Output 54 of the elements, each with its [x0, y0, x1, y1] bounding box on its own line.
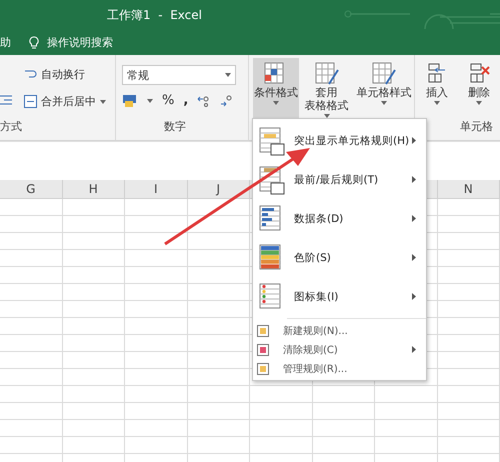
- menu-row[interactable]: 清除规则(C): [253, 340, 426, 359]
- merge-center-button[interactable]: 合并后居中: [41, 94, 96, 109]
- rules-icon: [259, 126, 285, 156]
- menu-row[interactable]: 数据条(D): [253, 199, 426, 238]
- menu-row[interactable]: 色阶(S): [253, 238, 426, 277]
- style-button[interactable]: 单元格样式: [354, 58, 414, 118]
- submenu-arrow-icon: [412, 346, 416, 353]
- rule-icon: [257, 344, 269, 356]
- menu-row[interactable]: 最前/最后规则(T): [253, 160, 426, 199]
- submenu-arrow-icon: [412, 293, 416, 300]
- style-button[interactable]: 套用 表格格式: [300, 58, 352, 118]
- table-style-icon: [314, 62, 339, 86]
- currency-icon: [122, 94, 138, 108]
- column-header[interactable]: I: [125, 180, 188, 198]
- column-header[interactable]: N: [438, 180, 500, 198]
- window-title: 工作簿1 - Excel: [106, 6, 202, 24]
- comma-button[interactable]: ,: [183, 93, 188, 108]
- column-header[interactable]: H: [62, 180, 125, 198]
- column-header[interactable]: J: [188, 180, 250, 198]
- menu-tab[interactable]: 助: [0, 35, 11, 50]
- search-field[interactable]: 操作说明搜索: [47, 35, 113, 50]
- submenu-arrow-icon: [412, 254, 416, 261]
- submenu-arrow-icon: [412, 215, 416, 222]
- menu-row[interactable]: 管理规则(R)...: [253, 359, 426, 378]
- rules-icon: [259, 164, 285, 194]
- merge-cells-icon: [24, 95, 37, 108]
- caret-icon: [272, 101, 279, 105]
- indent-icon: [0, 94, 12, 106]
- caret-icon: [476, 101, 482, 105]
- submenu-arrow-icon: [412, 137, 416, 144]
- table-style-icon: [372, 62, 396, 86]
- decimal-icon: [197, 94, 212, 106]
- group-label: 单元格: [460, 119, 493, 134]
- percent-button[interactable]: %: [162, 93, 174, 108]
- style-button[interactable]: 条件格式: [253, 58, 299, 118]
- lightbulb-icon: [29, 36, 39, 50]
- menu-row[interactable]: 新建规则(N)...: [253, 321, 426, 340]
- menu-row[interactable]: 图标集(I): [253, 277, 426, 316]
- number-format-dropdown[interactable]: 常规: [122, 65, 236, 85]
- cells-button[interactable]: 插入: [418, 58, 456, 118]
- group-label: 方式: [0, 119, 22, 134]
- caret-icon: [225, 73, 231, 77]
- caret-icon: [381, 101, 388, 105]
- wrap-text-button[interactable]: 自动换行: [41, 67, 85, 82]
- caret-icon: [147, 98, 153, 102]
- rule-icon: [257, 362, 269, 374]
- cells-button[interactable]: 删除: [460, 58, 498, 118]
- submenu-arrow-icon: [412, 176, 416, 183]
- group-label: 数字: [164, 119, 186, 134]
- decimal-icon: [220, 94, 234, 106]
- caret-icon: [100, 100, 106, 104]
- rule-icon: [257, 324, 269, 336]
- column-header[interactable]: G: [0, 180, 62, 198]
- caret-icon: [434, 101, 440, 105]
